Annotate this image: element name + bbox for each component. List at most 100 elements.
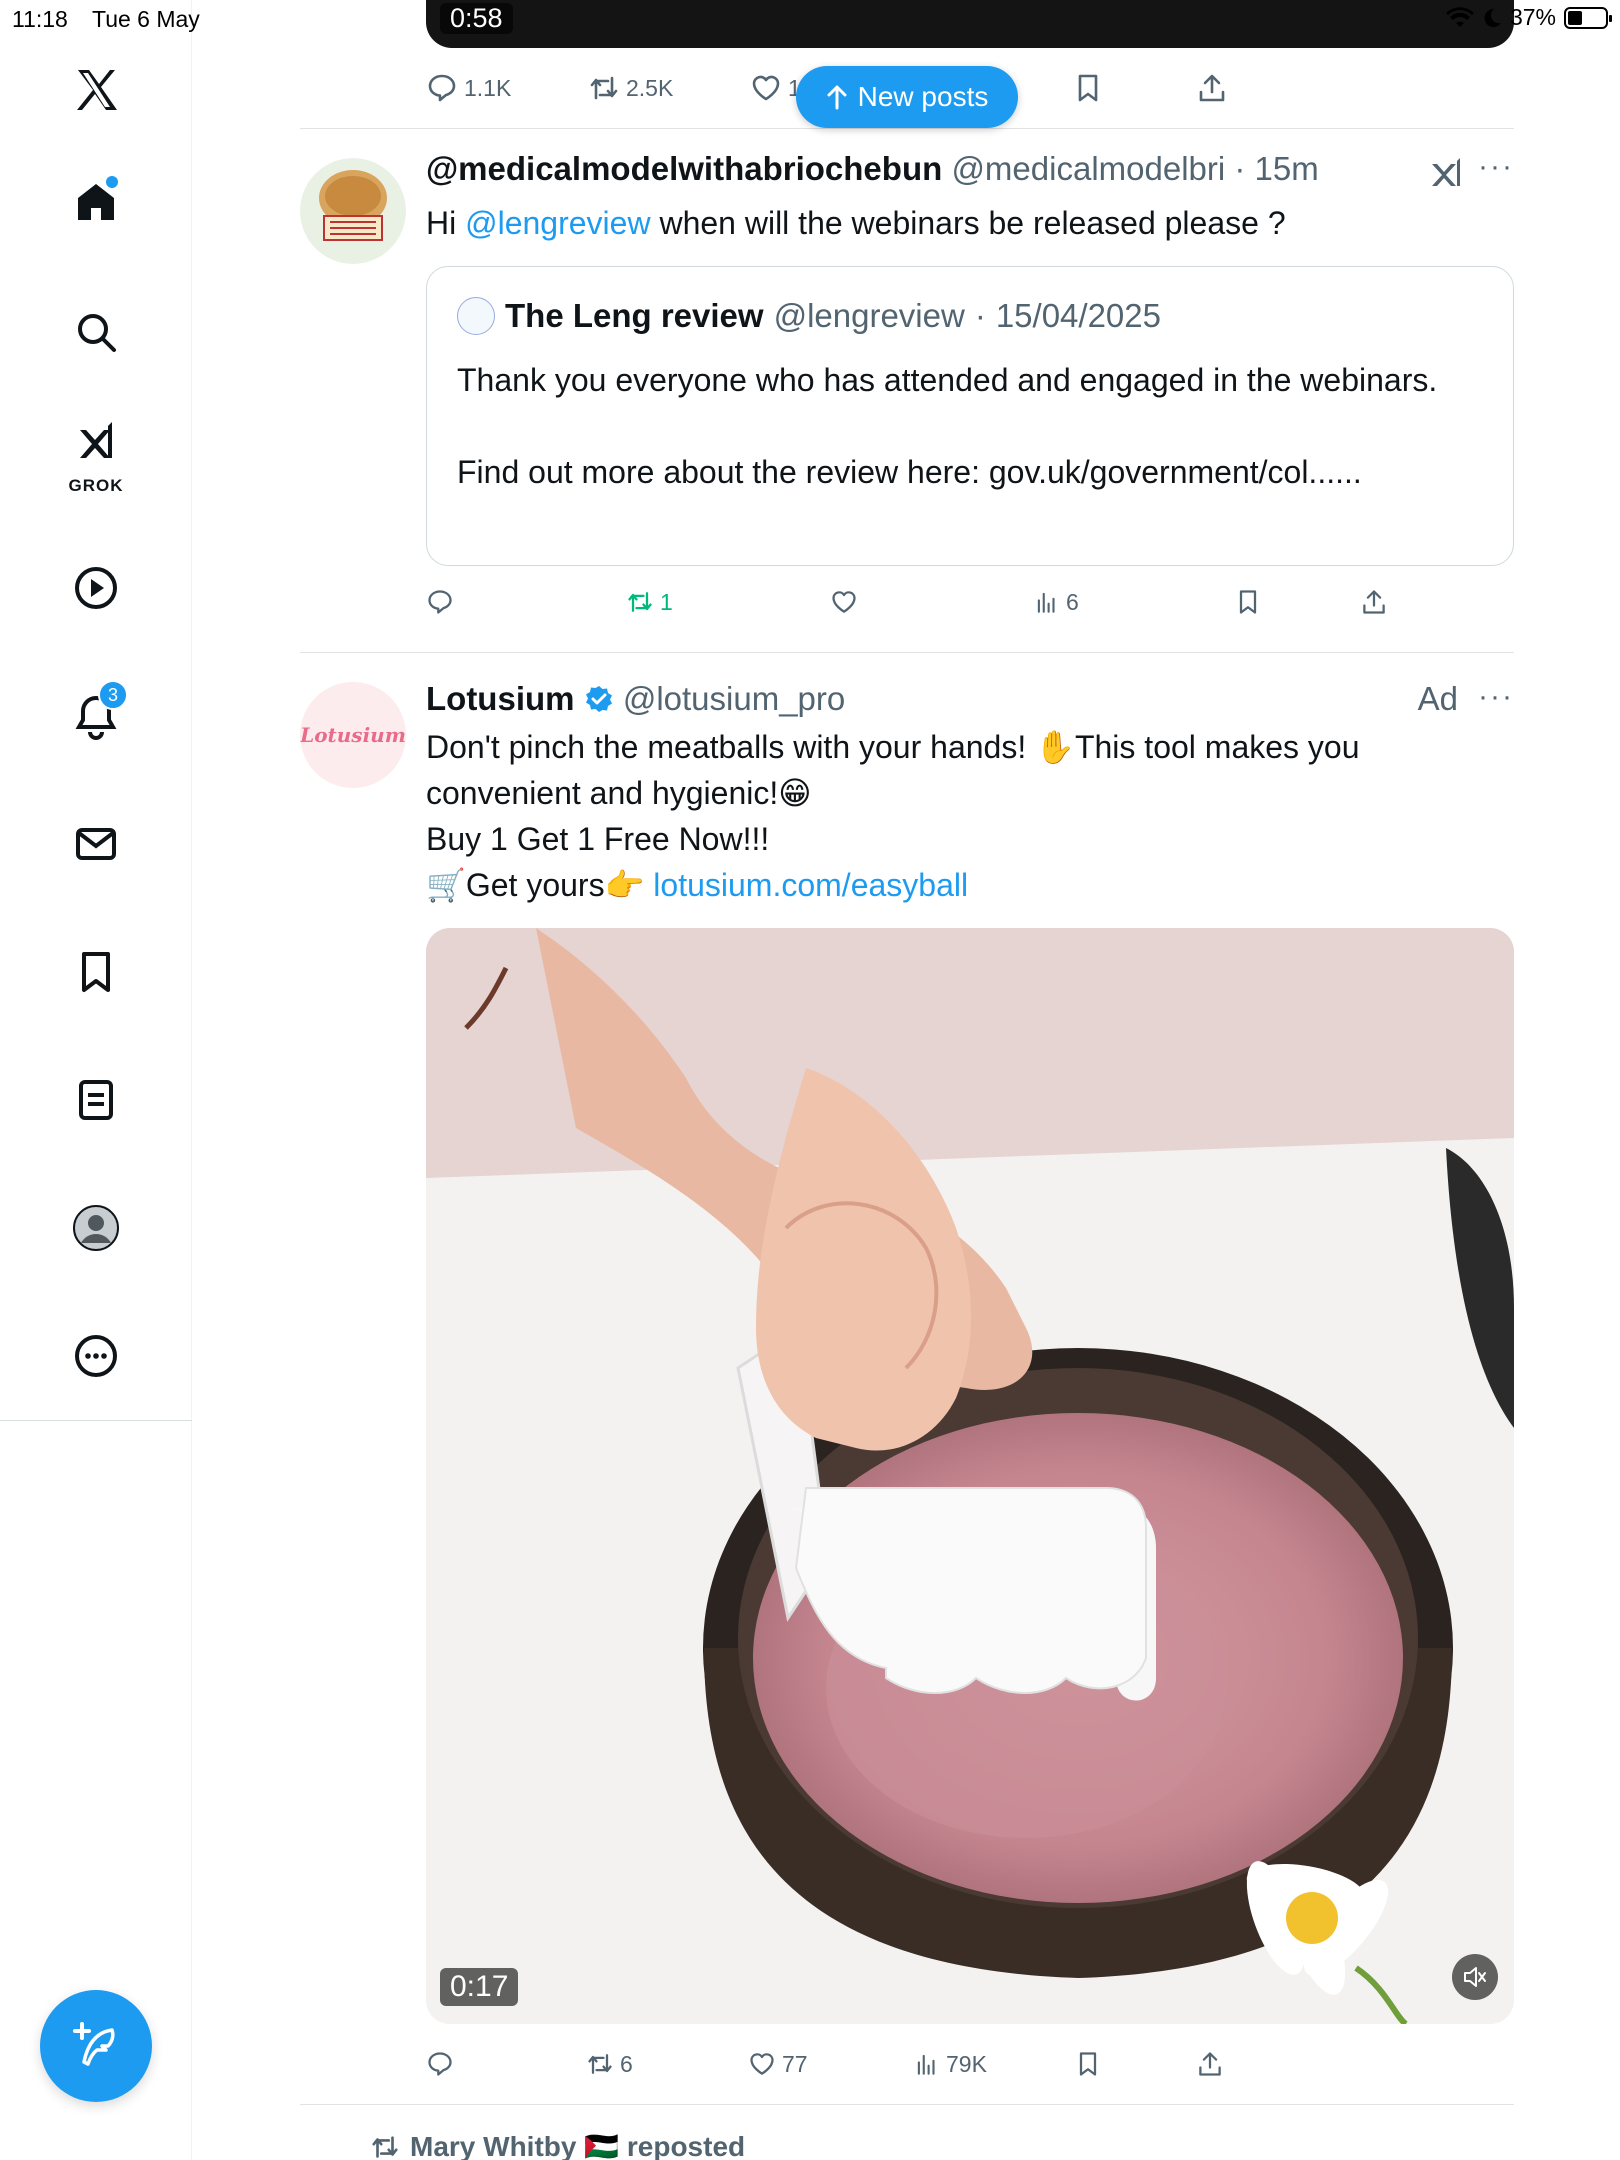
repost-button[interactable]: 1: [626, 582, 673, 622]
author-name[interactable]: @medicalmodelwithabriochebun: [426, 150, 942, 187]
author-handle[interactable]: @lotusium_pro: [623, 680, 845, 717]
views-bar-chart-icon: [917, 2054, 935, 2075]
mention-link[interactable]: @lengreview: [465, 205, 650, 241]
like-button[interactable]: 77: [748, 2044, 808, 2084]
reply-icon: [428, 590, 452, 614]
quoted-post-date: 15/04/2025: [995, 297, 1161, 334]
play-circle-icon: [75, 567, 117, 609]
reply-button[interactable]: [426, 582, 454, 622]
views-count: 6: [1066, 588, 1079, 615]
compose-post-button[interactable]: [40, 1990, 152, 2102]
nav-video[interactable]: [56, 548, 136, 628]
quoted-post-header: The Leng review @lengreview · 15/04/2025: [457, 297, 1161, 335]
repost-count: 2.5K: [626, 74, 674, 101]
quoted-author-handle: @lengreview: [773, 297, 965, 334]
reply-button[interactable]: 1.1K: [426, 68, 511, 108]
ad-post-text: Don't pinch the meatballs with your hand…: [426, 724, 1514, 908]
ad-link[interactable]: lotusium.com/easyball: [653, 867, 968, 903]
bookmark-button[interactable]: [1072, 68, 1104, 108]
like-count: 77: [782, 2050, 808, 2077]
grok-label: GROK: [68, 476, 124, 495]
grok-icon[interactable]: [1428, 156, 1464, 192]
heart-icon: [750, 2053, 774, 2075]
more-circle-icon: [75, 1335, 117, 1377]
lotusium-avatar-text: Lotusium: [300, 723, 406, 747]
ad-video-duration: 0:17: [440, 1968, 519, 2006]
post-more-icon[interactable]: ···: [1478, 680, 1514, 714]
ad-line-1: Don't pinch the meatballs with your hand…: [426, 729, 1360, 811]
notifications-badge: 3: [98, 680, 128, 710]
profile-avatar-icon: [73, 1205, 119, 1251]
nav-profile[interactable]: [56, 1188, 136, 1268]
status-bar: 11:18 Tue 6 May 37%: [0, 0, 1620, 40]
nav-more[interactable]: [56, 1316, 136, 1396]
bookmark-icon: [82, 952, 110, 992]
share-button[interactable]: [1196, 2044, 1224, 2084]
sidebar-divider: [0, 1420, 192, 1421]
status-icons: 37%: [1445, 4, 1612, 31]
mute-button[interactable]: [1452, 1954, 1498, 2000]
repost-button[interactable]: 6: [586, 2044, 633, 2084]
quoted-author-name: The Leng review: [505, 297, 764, 334]
author-name[interactable]: Lotusium: [426, 680, 574, 717]
x-logo-icon[interactable]: [56, 50, 136, 130]
speaker-muted-icon: [1464, 1967, 1486, 1987]
nav-explore[interactable]: [56, 292, 136, 372]
sidebar: GROK 3: [0, 0, 192, 2160]
arrow-up-icon: [827, 85, 847, 110]
share-icon: [1199, 74, 1225, 102]
post-separator: [300, 2104, 1514, 2105]
bookmark-button[interactable]: [1234, 582, 1262, 622]
text-prefix: Hi: [426, 205, 466, 241]
like-button[interactable]: 1: [750, 68, 801, 108]
reply-icon: [428, 2052, 452, 2076]
verified-badge-icon: [585, 686, 612, 712]
like-button[interactable]: [830, 582, 858, 622]
views-button[interactable]: 79K: [914, 2044, 987, 2084]
battery-percent: 37%: [1509, 4, 1556, 30]
ad-video[interactable]: 0:17: [426, 928, 1514, 2024]
quoted-post-text: Thank you everyone who has attended and …: [457, 362, 1438, 490]
heart-icon: [752, 75, 780, 101]
views-count: 79K: [946, 2050, 987, 2077]
post-more-icon[interactable]: ···: [1478, 150, 1514, 184]
grok-icon: [80, 422, 112, 458]
share-button[interactable]: [1196, 68, 1228, 108]
repost-button[interactable]: 2.5K: [588, 68, 673, 108]
lotusium-avatar[interactable]: Lotusium: [300, 682, 406, 788]
repost-context[interactable]: Mary Whitby 🇵🇸 reposted: [370, 2130, 745, 2160]
post-time[interactable]: 15m: [1255, 150, 1319, 187]
bookmark-button[interactable]: [1074, 2044, 1102, 2084]
bookmark-icon: [1079, 2052, 1097, 2076]
quoted-post[interactable]: The Leng review @lengreview · 15/04/2025…: [426, 266, 1514, 566]
repost-count: 6: [620, 2050, 633, 2077]
reply-icon: [428, 74, 456, 102]
new-posts-button[interactable]: New posts: [796, 66, 1018, 128]
nav-grok[interactable]: GROK: [56, 410, 136, 495]
views-button[interactable]: 6: [1034, 582, 1079, 622]
author-handle[interactable]: @medicalmodelbri: [951, 150, 1225, 187]
ad-line-3-text: 🛒Get yours👉: [426, 867, 654, 903]
reply-button[interactable]: [426, 2044, 454, 2084]
nav-lists[interactable]: [56, 1060, 136, 1140]
timeline-feed: 0:58 New posts 1.1K 2.5K 1 @medicalmodel…: [300, 0, 1514, 2160]
share-icon: [1363, 590, 1385, 614]
heart-icon: [832, 591, 856, 613]
moon-icon: [1484, 8, 1501, 27]
medical-council-avatar[interactable]: [300, 158, 406, 264]
text-suffix: when will the webinars be released pleas…: [650, 205, 1286, 241]
post-separator: [300, 652, 1514, 653]
nav-bookmarks[interactable]: [56, 932, 136, 1012]
bookmark-icon: [1239, 590, 1257, 614]
share-button[interactable]: [1360, 582, 1388, 622]
repost-context-text: Mary Whitby 🇵🇸 reposted: [410, 2131, 746, 2160]
nav-messages[interactable]: [56, 804, 136, 884]
repost-icon: [372, 2135, 398, 2158]
wifi-icon: [1445, 6, 1474, 27]
reply-post-actions: 1 6: [426, 582, 1514, 622]
ad-post-actions: 6 77 79K: [426, 2044, 1514, 2084]
nav-home[interactable]: [56, 162, 136, 242]
post-separator: [300, 128, 1514, 129]
mail-icon: [76, 828, 116, 860]
nav-notifications[interactable]: 3: [56, 676, 136, 756]
